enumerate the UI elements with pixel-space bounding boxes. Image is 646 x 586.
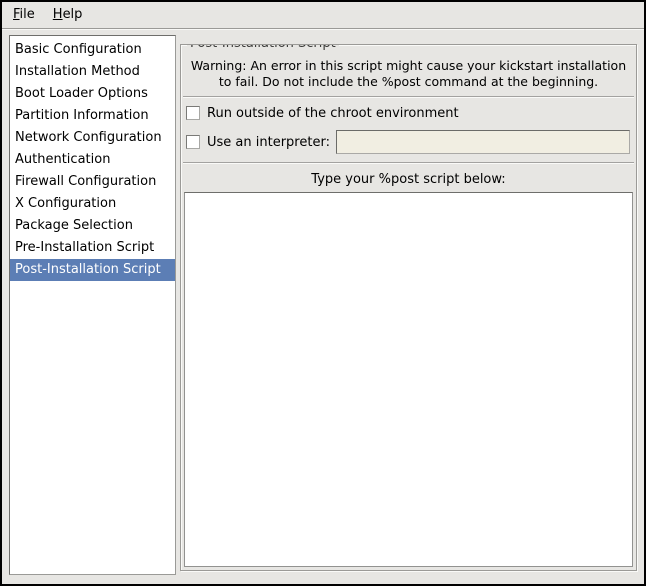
warning-line-1: Warning: An error in this script might c… — [181, 58, 636, 74]
category-list: Basic Configuration Installation Method … — [9, 35, 176, 575]
sidebar-item-network-configuration[interactable]: Network Configuration — [10, 127, 175, 149]
kickstart-configurator-window: File Help Basic Configuration Installati… — [0, 0, 646, 586]
post-script-textarea[interactable] — [185, 193, 632, 566]
script-instruction-label: Type your %post script below: — [181, 172, 636, 188]
menu-help[interactable]: Help — [44, 4, 92, 26]
sidebar-item-partition-information[interactable]: Partition Information — [10, 105, 175, 127]
interpreter-input[interactable] — [336, 130, 630, 154]
script-textarea-frame — [184, 192, 633, 567]
chroot-checkbox[interactable] — [186, 106, 200, 120]
sidebar-item-basic-configuration[interactable]: Basic Configuration — [10, 39, 175, 61]
menu-file-rest: ile — [20, 7, 35, 22]
sidebar-item-post-installation-script[interactable]: Post-Installation Script — [10, 259, 175, 281]
menu-file[interactable]: File — [4, 4, 44, 26]
post-installation-script-frame: Post-Installation Script Warning: An err… — [180, 44, 637, 571]
sidebar-item-authentication[interactable]: Authentication — [10, 149, 175, 171]
warning-line-2: to fail. Do not include the %post comman… — [181, 74, 636, 90]
chroot-checkbox-label[interactable]: Run outside of the chroot environment — [207, 106, 459, 121]
interpreter-checkbox-label[interactable]: Use an interpreter: — [207, 135, 330, 150]
sidebar-item-boot-loader-options[interactable]: Boot Loader Options — [10, 83, 175, 105]
sidebar-item-package-selection[interactable]: Package Selection — [10, 215, 175, 237]
menu-bar: File Help — [2, 2, 644, 29]
sidebar-item-x-configuration[interactable]: X Configuration — [10, 193, 175, 215]
separator — [183, 96, 634, 98]
sidebar-item-firewall-configuration[interactable]: Firewall Configuration — [10, 171, 175, 193]
interpreter-checkbox-row: Use an interpreter: — [181, 128, 636, 156]
frame-title: Post-Installation Script — [187, 44, 339, 52]
menu-help-rest: elp — [63, 7, 83, 22]
interpreter-checkbox[interactable] — [186, 135, 200, 149]
sidebar-item-installation-method[interactable]: Installation Method — [10, 61, 175, 83]
separator — [183, 162, 634, 164]
chroot-checkbox-row: Run outside of the chroot environment — [181, 101, 636, 125]
sidebar-item-pre-installation-script[interactable]: Pre-Installation Script — [10, 237, 175, 259]
menu-help-mnemonic: H — [53, 7, 63, 22]
